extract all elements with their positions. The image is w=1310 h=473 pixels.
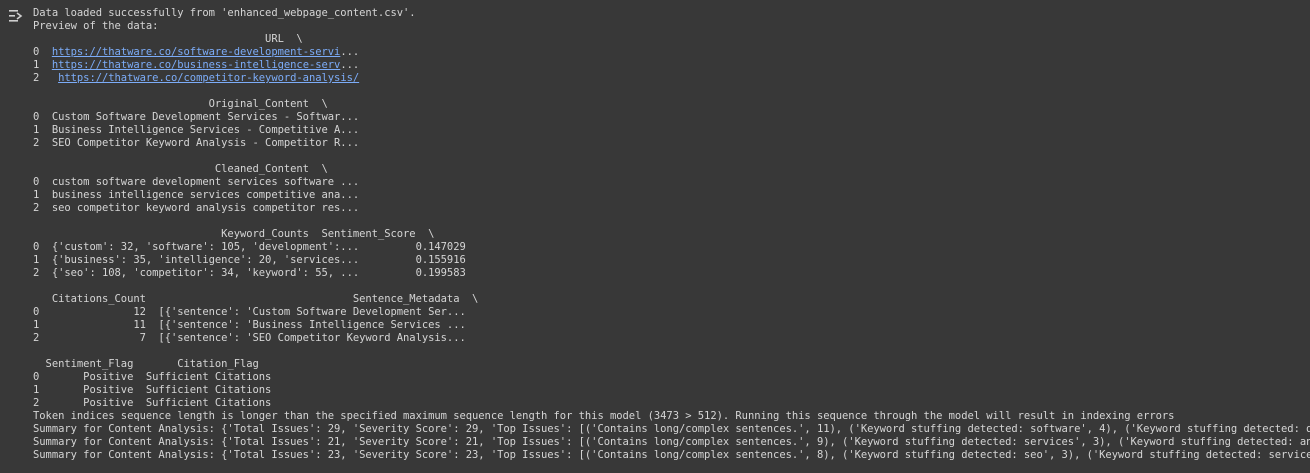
output-line: Summary for Content Analysis: {'Total Is… (33, 449, 1310, 461)
output-text-area: Data loaded successfully from 'enhanced_… (33, 7, 1310, 473)
output-line: 0 {'custom': 32, 'software': 105, 'devel… (33, 241, 466, 253)
output-line: Summary for Content Analysis: {'Total Is… (33, 436, 1310, 448)
output-line: Citations_Count Sentence_Metadata \ (33, 293, 479, 305)
output-line: Cleaned_Content \ (33, 163, 328, 175)
output-line: 0 custom software development services s… (33, 176, 360, 188)
output-line: 0 Custom Software Development Services -… (33, 111, 360, 123)
output-text: 2 (33, 72, 59, 84)
output-line: 2 seo competitor keyword analysis compet… (33, 202, 360, 214)
output-line: 1 {'business': 35, 'intelligence': 20, '… (33, 254, 466, 266)
output-line: URL \ (33, 33, 303, 45)
output-line: Data loaded successfully from 'enhanced_… (33, 7, 416, 19)
output-line: Sentiment_Flag Citation_Flag (33, 358, 259, 370)
output-line: 1 business intelligence services competi… (33, 189, 360, 201)
output-line: 2 https://thatware.co/competitor-keyword… (33, 72, 1310, 85)
output-line: 2 Positive Sufficient Citations (33, 397, 272, 409)
url-link[interactable]: https://thatware.co/business-intelligenc… (52, 59, 341, 71)
output-line: Token indices sequence length is longer … (33, 410, 1175, 422)
output-line: 1 11 [{'sentence': 'Business Intelligenc… (33, 319, 466, 331)
output-line: 0 Positive Sufficient Citations (33, 371, 272, 383)
output-text: ... (340, 46, 360, 58)
output-line: 0 https://thatware.co/software-developme… (33, 46, 1310, 59)
output-line: 1 Business Intelligence Services - Compe… (33, 124, 360, 136)
url-link[interactable]: https://thatware.co/software-development… (52, 46, 341, 58)
output-line: 2 {'seo': 108, 'competitor': 34, 'keywor… (33, 267, 466, 279)
output-line: Preview of the data: (33, 20, 159, 32)
output-line: 2 SEO Competitor Keyword Analysis - Comp… (33, 137, 360, 149)
output-text: 1 (33, 59, 52, 71)
output-line: Summary for Content Analysis: {'Total Is… (33, 423, 1310, 435)
output-line: 0 12 [{'sentence': 'Custom Software Deve… (33, 306, 466, 318)
output-text: 0 (33, 46, 52, 58)
output-line: Keyword_Counts Sentiment_Score \ (33, 228, 435, 240)
url-link[interactable]: https://thatware.co/competitor-keyword-a… (58, 72, 359, 84)
output-toggle-icon[interactable] (8, 8, 24, 22)
output-line: 1 Positive Sufficient Citations (33, 384, 272, 396)
output-line: Original_Content \ (33, 98, 328, 110)
output-text: ... (340, 59, 360, 71)
output-line: 1 https://thatware.co/business-intellige… (33, 59, 1310, 72)
output-line: 2 7 [{'sentence': 'SEO Competitor Keywor… (33, 332, 466, 344)
